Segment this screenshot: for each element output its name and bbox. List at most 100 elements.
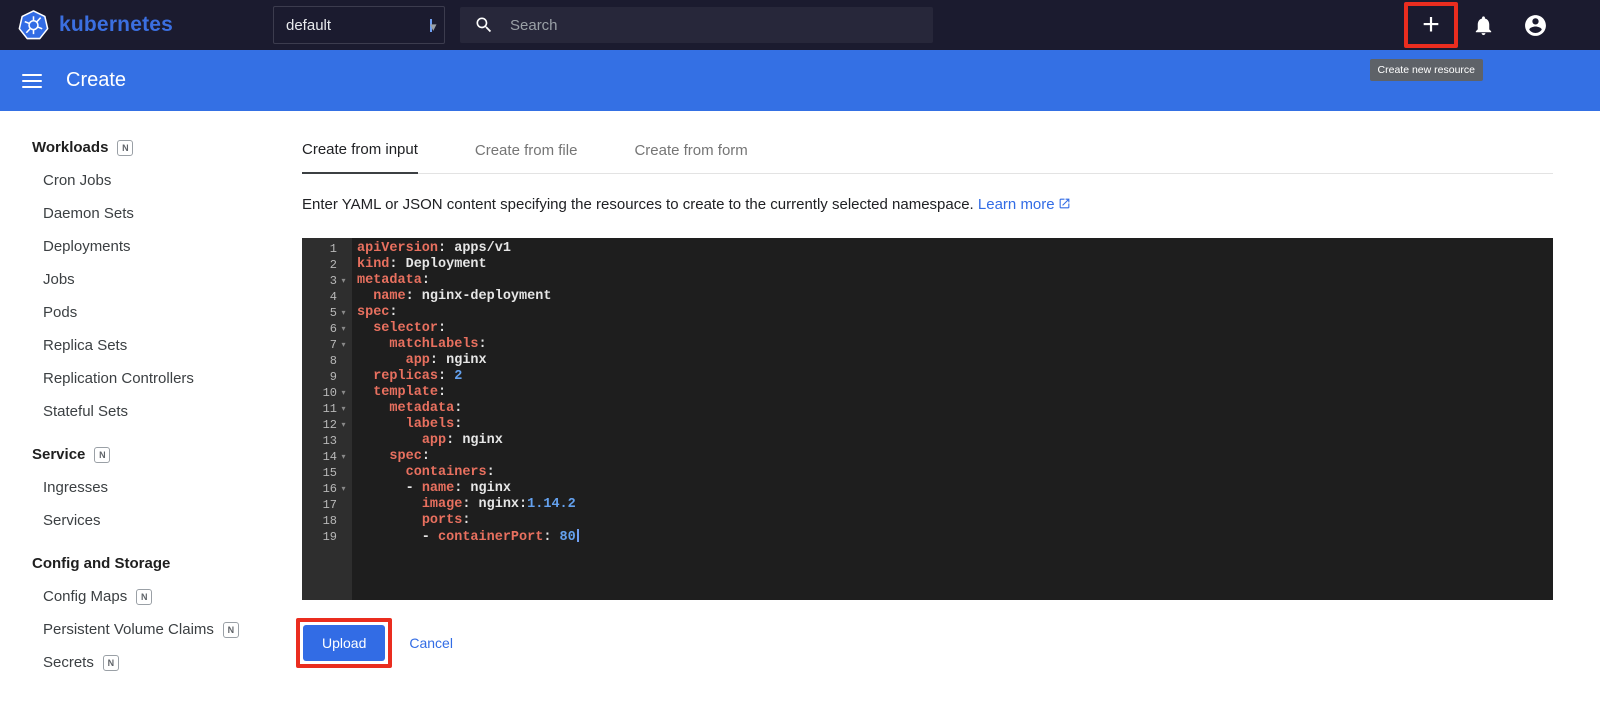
tab-create-from-input[interactable]: Create from input (302, 141, 418, 174)
code-line: labels: (405, 417, 463, 432)
line-number: 18 (322, 514, 337, 528)
sidebar-item-jobs[interactable]: Jobs (0, 263, 277, 296)
line-number: 8 (329, 354, 337, 368)
plus-icon: + (1422, 8, 1440, 41)
line-number: 2 (329, 258, 337, 272)
search-icon (474, 15, 494, 35)
cancel-button[interactable]: Cancel (409, 635, 453, 651)
sidebar-item-config-maps[interactable]: Config Maps N (0, 580, 277, 613)
bell-icon (1472, 14, 1495, 37)
namespaced-badge: N (94, 446, 111, 463)
line-number: 12 ▾ (302, 417, 352, 433)
line-number: 14 ▾ (302, 449, 352, 465)
code-line: image: nginx:1.14.2 (421, 497, 576, 512)
app-bar: Create (0, 50, 1600, 111)
code-line: app: nginx (421, 433, 503, 448)
namespaced-badge: N (117, 139, 134, 156)
instruction-text: Enter YAML or JSON content specifying th… (302, 196, 1553, 214)
sidebar-item-daemon-sets[interactable]: Daemon Sets (0, 197, 277, 230)
kubernetes-logo-icon (18, 9, 49, 41)
fold-arrow-icon[interactable]: ▾ (337, 385, 350, 401)
sidebar-item-deployments[interactable]: Deployments (0, 230, 277, 263)
namespaced-badge: N (136, 588, 153, 605)
tab-bar: Create from input Create from file Create … (302, 141, 1553, 174)
code-line: containers: (405, 465, 495, 480)
code-line: - name: nginx (357, 481, 511, 496)
fold-arrow-icon[interactable]: ▾ (337, 481, 350, 497)
namespace-selector[interactable]: default ▾ (273, 6, 445, 44)
sidebar-item-cron-jobs[interactable]: Cron Jobs (0, 164, 277, 197)
line-number: 17 (322, 498, 337, 512)
external-link-icon (1058, 197, 1071, 214)
chevron-down-icon: ▾ (430, 18, 437, 34)
sidebar-item-replication-controllers[interactable]: Replication Controllers (0, 362, 277, 395)
fold-arrow-icon[interactable]: ▾ (337, 401, 350, 417)
annotation-highlight-add-button: + (1404, 2, 1458, 48)
sidebar-section-workloads[interactable]: Workloads N (0, 131, 277, 164)
code-line: replicas: 2 (373, 369, 463, 384)
top-bar-actions: + (1404, 0, 1548, 50)
sidebar-item-pods[interactable]: Pods (0, 296, 277, 329)
namespaced-badge: N (102, 654, 119, 671)
line-number: 5 ▾ (302, 305, 352, 321)
sidebar-nav: Workloads N Cron Jobs Daemon Sets Deployment… (0, 131, 277, 679)
annotation-highlight-upload-button: Upload (296, 618, 393, 668)
fold-arrow-icon[interactable]: ▾ (337, 337, 350, 353)
upload-button[interactable]: Upload (303, 625, 386, 661)
sidebar-item-persistent-volume-claims[interactable]: Persistent Volume Claims N (0, 613, 277, 646)
text-cursor (576, 529, 579, 542)
brand-wordmark: kubernetes (59, 13, 174, 36)
sidebar-section-service[interactable]: Service N (0, 438, 277, 471)
line-number: 19 (322, 530, 337, 544)
tooltip-create-new-resource: Create new resource (1369, 59, 1483, 81)
line-number: 16 ▾ (302, 481, 352, 497)
code-line: kind: Deployment (357, 257, 487, 272)
search-box (460, 7, 933, 43)
line-number: 7 ▾ (302, 337, 352, 353)
code-line: template: (373, 385, 447, 400)
code-line: name: nginx-deployment (373, 289, 552, 304)
code-line: spec: (357, 305, 398, 320)
line-number: 10 ▾ (302, 385, 352, 401)
code-line: metadata: (357, 273, 430, 288)
line-number: 11 ▾ (302, 401, 352, 417)
fold-arrow-icon[interactable]: ▾ (337, 273, 350, 289)
fold-arrow-icon[interactable]: ▾ (337, 305, 350, 321)
fold-arrow-icon[interactable]: ▾ (337, 449, 350, 465)
line-number: 6 ▾ (302, 321, 352, 337)
sidebar-item-replica-sets[interactable]: Replica Sets (0, 329, 277, 362)
kubernetes-dashboard: kubernetes default ▾ + (0, 0, 1600, 714)
page-title: Create (66, 69, 127, 91)
sidebar-item-secrets[interactable]: Secrets N (0, 646, 277, 679)
tab-create-from-form[interactable]: Create from form (634, 141, 747, 173)
notifications-button[interactable] (1472, 14, 1495, 37)
form-actions: Upload Cancel (296, 618, 1553, 668)
search-input[interactable] (510, 16, 919, 34)
sidebar-item-ingresses[interactable]: Ingresses (0, 471, 277, 504)
line-number: 15 (322, 466, 337, 480)
line-number: 4 (329, 290, 337, 304)
sidebar: Workloads N Cron Jobs Daemon Sets Deployment… (0, 111, 277, 713)
account-icon (1523, 13, 1548, 38)
main-panel: Create from input Create from file Create … (277, 111, 1600, 713)
fold-arrow-icon[interactable]: ▾ (337, 417, 350, 433)
hamburger-menu-icon[interactable] (20, 69, 44, 93)
sidebar-section-config-and-storage[interactable]: Config and Storage (0, 547, 277, 580)
add-resource-button[interactable]: + (1409, 7, 1453, 43)
sidebar-item-services[interactable]: Services (0, 504, 277, 537)
editor-code-area[interactable]: apiVersion: apps/v1 kind: Deployment metad… (352, 238, 1553, 600)
code-line: ports: (421, 513, 471, 528)
sidebar-item-stateful-sets[interactable]: Stateful Sets (0, 395, 277, 428)
learn-more-link[interactable]: Learn more (978, 196, 1071, 213)
yaml-editor: 1 2 3 ▾ 4 5 ▾ 6 ▾ 7 ▾ 8 9 10 ▾ 11 ▾ 12 ▾ 13 14 ▾ 15 16 ▾ 17 18 19 a… (302, 238, 1553, 600)
code-line: apiVersion: apps/v1 (357, 241, 511, 256)
code-line: metadata: (389, 401, 463, 416)
tab-create-from-file[interactable]: Create from file (475, 141, 578, 173)
fold-arrow-icon[interactable]: ▾ (337, 321, 350, 337)
namespaced-badge: N (222, 621, 239, 638)
brand-home-link[interactable]: kubernetes (18, 9, 174, 41)
editor-gutter: 1 2 3 ▾ 4 5 ▾ 6 ▾ 7 ▾ 8 9 10 ▾ 11 ▾ 12 ▾ 13 14 ▾ 15 16 ▾ 17 18 19 (302, 238, 352, 600)
code-line: matchLabels: (389, 337, 487, 352)
line-number: 9 (329, 370, 337, 384)
account-button[interactable] (1523, 13, 1548, 38)
